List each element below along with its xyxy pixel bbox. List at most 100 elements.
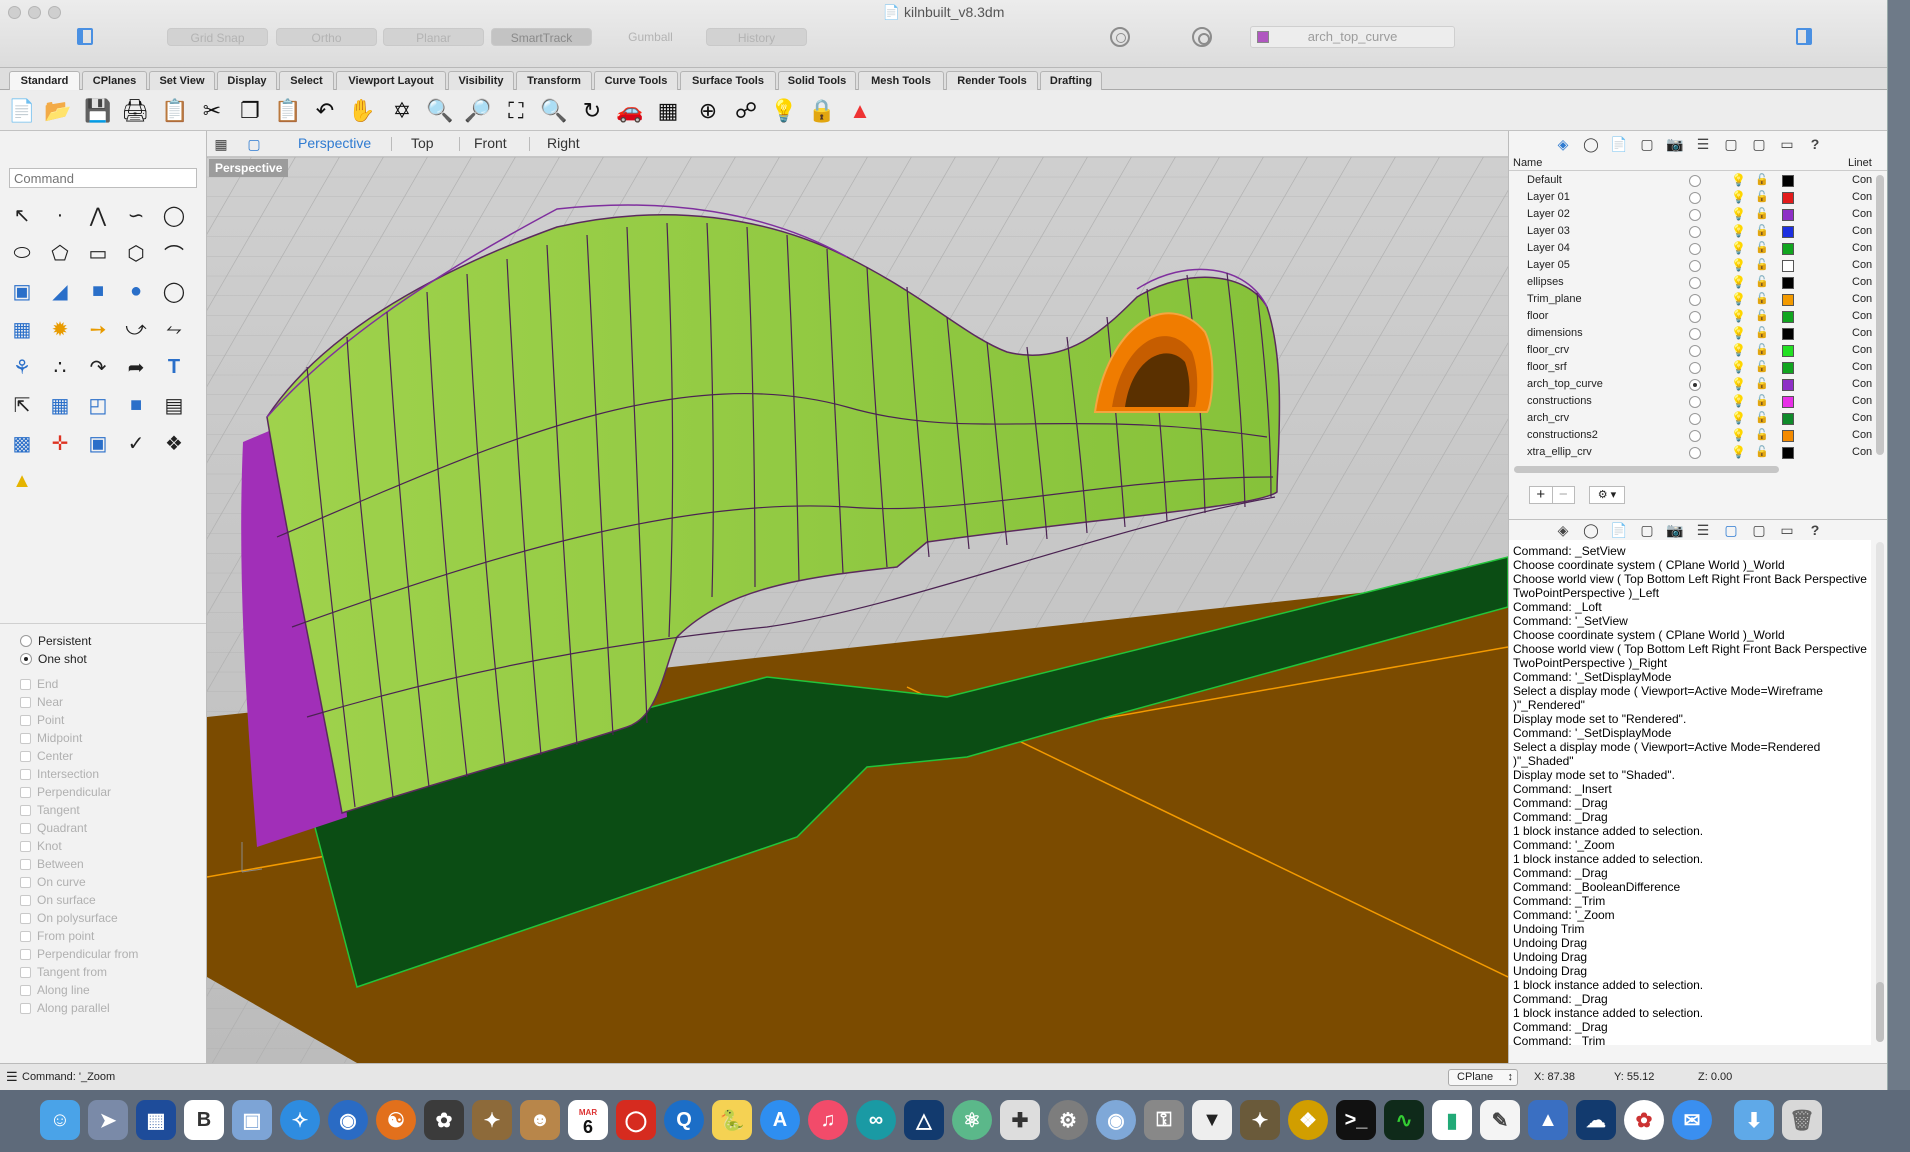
tab-display[interactable]: Display xyxy=(217,71,277,90)
layer-row[interactable]: Layer 04 💡 🔓 Con xyxy=(1509,240,1881,257)
layer-row[interactable]: arch_crv 💡 🔓 Con xyxy=(1509,410,1881,427)
analyze-icon[interactable]: ❖ xyxy=(158,427,190,459)
box-icon[interactable]: ■ xyxy=(82,275,114,307)
acrobat-icon[interactable]: ◯ xyxy=(616,1100,656,1140)
current-layer-radio[interactable] xyxy=(1689,294,1701,306)
copy-icon[interactable]: ❐ xyxy=(236,97,264,125)
gumball-icon[interactable]: ✛ xyxy=(44,427,76,459)
split-icon[interactable]: ⤻ xyxy=(120,313,152,345)
launchpad-icon[interactable]: ➤ xyxy=(88,1100,128,1140)
trim-icon[interactable]: ➙ xyxy=(82,313,114,345)
fillet-icon[interactable]: ⌒ xyxy=(158,237,190,269)
layer-lock-icon[interactable]: 🔓 xyxy=(1755,394,1769,407)
osnap-checkbox[interactable] xyxy=(20,732,31,744)
layer-visible-bulb-icon[interactable]: 💡 xyxy=(1731,224,1746,238)
layer-visible-bulb-icon[interactable]: 💡 xyxy=(1731,445,1746,459)
current-layer-radio[interactable] xyxy=(1689,413,1701,425)
keynote-icon[interactable]: ▲ xyxy=(1528,1100,1568,1140)
layer-row[interactable]: constructions2 💡 🔓 Con xyxy=(1509,427,1881,444)
layer-lock-icon[interactable]: 🔓 xyxy=(1755,224,1769,237)
block-manager-icon[interactable]: ▢ xyxy=(1638,521,1656,539)
four-view-icon[interactable]: ▦ xyxy=(212,135,230,153)
curve-icon[interactable]: ∽ xyxy=(120,199,152,231)
terminal-icon[interactable]: >_ xyxy=(1336,1100,1376,1140)
command-history-icon[interactable]: ▢ xyxy=(1722,521,1740,539)
monitor-icon[interactable]: ▭ xyxy=(1778,521,1796,539)
current-layer-radio[interactable] xyxy=(1689,362,1701,374)
current-layer-radio[interactable] xyxy=(1689,209,1701,221)
osnap-checkbox[interactable] xyxy=(20,750,31,762)
grapher-icon[interactable]: ✚ xyxy=(1000,1100,1040,1140)
osnap-tangent[interactable]: Tangent xyxy=(20,801,80,819)
gimp-icon[interactable]: ✦ xyxy=(472,1100,512,1140)
preview-icon[interactable]: ▣ xyxy=(232,1100,272,1140)
tab-viewport-layout[interactable]: Viewport Layout xyxy=(336,71,446,90)
remove-layer-button[interactable]: − xyxy=(1551,487,1575,503)
layer-lock-icon[interactable]: 🔓 xyxy=(1755,309,1769,322)
layer-color-swatch[interactable] xyxy=(1782,260,1794,272)
layer-color-swatch[interactable] xyxy=(1782,294,1794,306)
osnap-end[interactable]: End xyxy=(20,675,58,693)
osnap-checkbox[interactable] xyxy=(20,696,31,708)
osnap-icon[interactable] xyxy=(1192,27,1212,47)
layer-color-swatch[interactable] xyxy=(1782,192,1794,204)
firefox-icon[interactable]: ☯ xyxy=(376,1100,416,1140)
layer-color-swatch[interactable] xyxy=(1782,345,1794,357)
current-layer-radio[interactable] xyxy=(1689,260,1701,272)
text-icon[interactable]: T xyxy=(158,351,190,383)
layer-visible-bulb-icon[interactable]: 💡 xyxy=(1731,428,1746,442)
layer-name-column[interactable]: Name xyxy=(1513,157,1542,169)
properties-icon[interactable]: ◯ xyxy=(1582,521,1600,539)
current-layer-radio[interactable] xyxy=(1689,311,1701,323)
arduino-icon[interactable]: ∞ xyxy=(856,1100,896,1140)
layer-visible-bulb-icon[interactable]: 💡 xyxy=(1731,275,1746,289)
display-modes-icon[interactable]: ▢ xyxy=(1750,521,1768,539)
tab-select[interactable]: Select xyxy=(279,71,334,90)
network-icon[interactable]: ☁ xyxy=(1576,1100,1616,1140)
history-scroll-thumb[interactable] xyxy=(1876,982,1884,1042)
target-icon[interactable] xyxy=(1110,27,1130,47)
open-icon[interactable]: 📂 xyxy=(44,97,72,125)
layer-row[interactable]: ellipses 💡 🔓 Con xyxy=(1509,274,1881,291)
system-prefs-icon[interactable]: ⚙ xyxy=(1048,1100,1088,1140)
tab-curve-tools[interactable]: Curve Tools xyxy=(594,71,678,90)
properties-icon[interactable]: ◯ xyxy=(1582,135,1600,153)
block-manager-icon[interactable]: ▢ xyxy=(1638,135,1656,153)
osnap-from-point[interactable]: From point xyxy=(20,927,94,945)
layer-lock-icon[interactable]: 🔓 xyxy=(1755,258,1769,271)
osnap-checkbox[interactable] xyxy=(20,840,31,852)
layer-lock-icon[interactable]: 🔓 xyxy=(1755,360,1769,373)
viewport-label[interactable]: Perspective xyxy=(209,159,289,177)
command-history-text[interactable]: Command: _SetView Choose coordinate syst… xyxy=(1509,540,1871,1045)
zoom-target-icon[interactable]: ↻ xyxy=(578,97,606,125)
python-icon[interactable]: 🐍 xyxy=(712,1100,752,1140)
grid-snap-toggle[interactable]: Grid Snap xyxy=(167,28,268,46)
left-sidebar-toggle-icon[interactable] xyxy=(77,28,93,45)
point-icon[interactable]: · xyxy=(44,199,76,231)
zoom-extents-icon[interactable]: ⛶ xyxy=(502,97,530,125)
layer-row[interactable]: dimensions 💡 🔓 Con xyxy=(1509,325,1881,342)
points-on-icon[interactable]: ∴ xyxy=(44,351,76,383)
sun-icon[interactable]: ▢ xyxy=(1722,135,1740,153)
layer-color-swatch[interactable] xyxy=(1782,209,1794,221)
mesh-plane-icon[interactable]: ▦ xyxy=(6,313,38,345)
undo-icon[interactable]: ↶ xyxy=(311,97,339,125)
ortho-toggle[interactable]: Ortho xyxy=(276,28,377,46)
appstore-icon[interactable]: A xyxy=(760,1100,800,1140)
osnap-checkbox[interactable] xyxy=(20,822,31,834)
hamburger-icon[interactable]: ☰ xyxy=(6,1069,18,1085)
layer-row[interactable]: Layer 05 💡 🔓 Con xyxy=(1509,257,1881,274)
layer-visible-bulb-icon[interactable]: 💡 xyxy=(1731,394,1746,408)
one-shot-radio[interactable] xyxy=(20,653,32,665)
layer-color-swatch[interactable] xyxy=(1782,277,1794,289)
osnap-perpendicular-from[interactable]: Perpendicular from xyxy=(20,945,138,963)
osnap-checkbox[interactable] xyxy=(20,912,31,924)
remote-icon[interactable]: △ xyxy=(904,1100,944,1140)
layer-color-swatch[interactable] xyxy=(1782,379,1794,391)
keychain-icon[interactable]: ⚿ xyxy=(1144,1100,1184,1140)
rhino-badge-icon[interactable]: ❖ xyxy=(1288,1100,1328,1140)
layer-lock-icon[interactable]: 🔓 xyxy=(1755,292,1769,305)
quicktime-icon[interactable]: Q xyxy=(664,1100,704,1140)
zoom-icon[interactable]: 🔍 xyxy=(426,97,454,125)
google-earth-icon[interactable]: ◉ xyxy=(328,1100,368,1140)
